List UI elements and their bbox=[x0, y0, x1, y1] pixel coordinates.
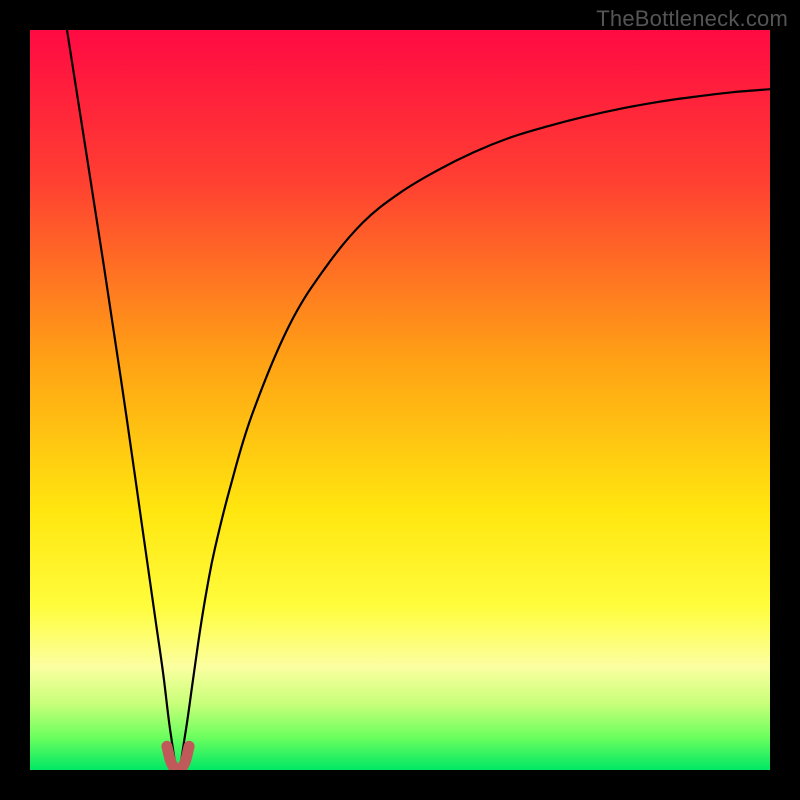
bottleneck-curve bbox=[67, 30, 770, 770]
minimum-highlight bbox=[167, 746, 189, 770]
watermark-text: TheBottleneck.com bbox=[596, 6, 788, 32]
chart-frame: TheBottleneck.com bbox=[0, 0, 800, 800]
plot-area bbox=[30, 30, 770, 770]
curve-layer bbox=[30, 30, 770, 770]
